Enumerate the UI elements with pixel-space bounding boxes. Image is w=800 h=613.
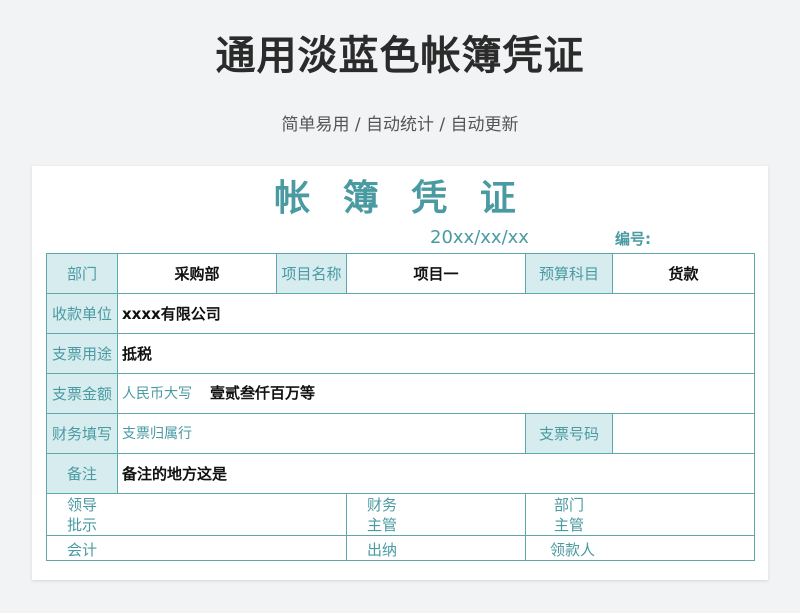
dept-label: 部门 [46,253,118,294]
page-title: 通用淡蓝色帐簿凭证 [215,33,585,79]
voucher-number-label: 编号: [615,230,651,248]
page-subtitle: 简单易用 / 自动统计 / 自动更新 [281,115,519,135]
amount-hint: 人民币大写 [122,386,192,402]
row-department: 部门 采购部 项目名称 项目一 预算科目 货款 [46,253,755,294]
row-usage: 支票用途 抵税 [46,333,755,374]
accounting-label: 会计 [67,541,98,559]
voucher-table: 部门 采购部 项目名称 项目一 预算科目 货款 收款单位 xxxx有限公司 支票… [46,253,755,561]
finance-head-cell[interactable]: 财务 主管 [346,493,526,536]
payee-label: 收款单位 [46,293,118,334]
finance-label: 财务填写 [46,413,118,454]
receiver-cell[interactable]: 领款人 [525,535,755,561]
dept-value[interactable]: 采购部 [117,253,277,294]
row-approvals: 领导 批示 财务 主管 部门 主管 [46,493,755,536]
amount-cell[interactable]: 人民币大写 壹贰叁仟百万等 [117,373,755,414]
usage-label: 支票用途 [46,333,118,374]
row-payee: 收款单位 xxxx有限公司 [46,293,755,334]
project-label: 项目名称 [276,253,347,294]
voucher-date: 20xx/xx/xx [430,227,529,248]
budget-label: 预算科目 [525,253,613,294]
project-value[interactable]: 项目一 [346,253,526,294]
voucher-title: 帐 簿 凭 证 [274,178,526,219]
leader-approval-cell[interactable]: 领导 批示 [46,493,347,536]
payee-value[interactable]: xxxx有限公司 [117,293,755,334]
remark-label: 备注 [46,453,118,494]
budget-value[interactable]: 货款 [612,253,755,294]
row-remark: 备注 备注的地方这是 [46,453,755,494]
row-amount: 支票金额 人民币大写 壹贰叁仟百万等 [46,373,755,414]
finance-bank-hint: 支票归属行 [122,426,192,442]
voucher-sheet: 帐 簿 凭 证 20xx/xx/xx 编号: 部门 采购部 项目名称 项目一 预… [32,166,768,580]
usage-value[interactable]: 抵税 [117,333,755,374]
leader-approval-label: 领导 批示 [67,496,98,534]
receiver-label: 领款人 [550,541,596,559]
amount-value: 壹贰叁仟百万等 [210,384,316,402]
row-finance: 财务填写 支票归属行 支票号码 [46,413,755,454]
cashier-label: 出纳 [367,541,398,559]
row-signatures: 会计 出纳 领款人 [46,535,755,561]
cashier-cell[interactable]: 出纳 [346,535,526,561]
finance-bank-cell[interactable]: 支票归属行 [117,413,526,454]
accounting-cell[interactable]: 会计 [46,535,347,561]
cheque-number-label: 支票号码 [525,413,613,454]
dept-head-cell[interactable]: 部门 主管 [525,493,755,536]
finance-head-label: 财务 主管 [367,496,398,534]
dept-head-label: 部门 主管 [554,496,585,534]
remark-value[interactable]: 备注的地方这是 [117,453,755,494]
amount-label: 支票金额 [46,373,118,414]
cheque-number-value[interactable] [612,413,755,454]
